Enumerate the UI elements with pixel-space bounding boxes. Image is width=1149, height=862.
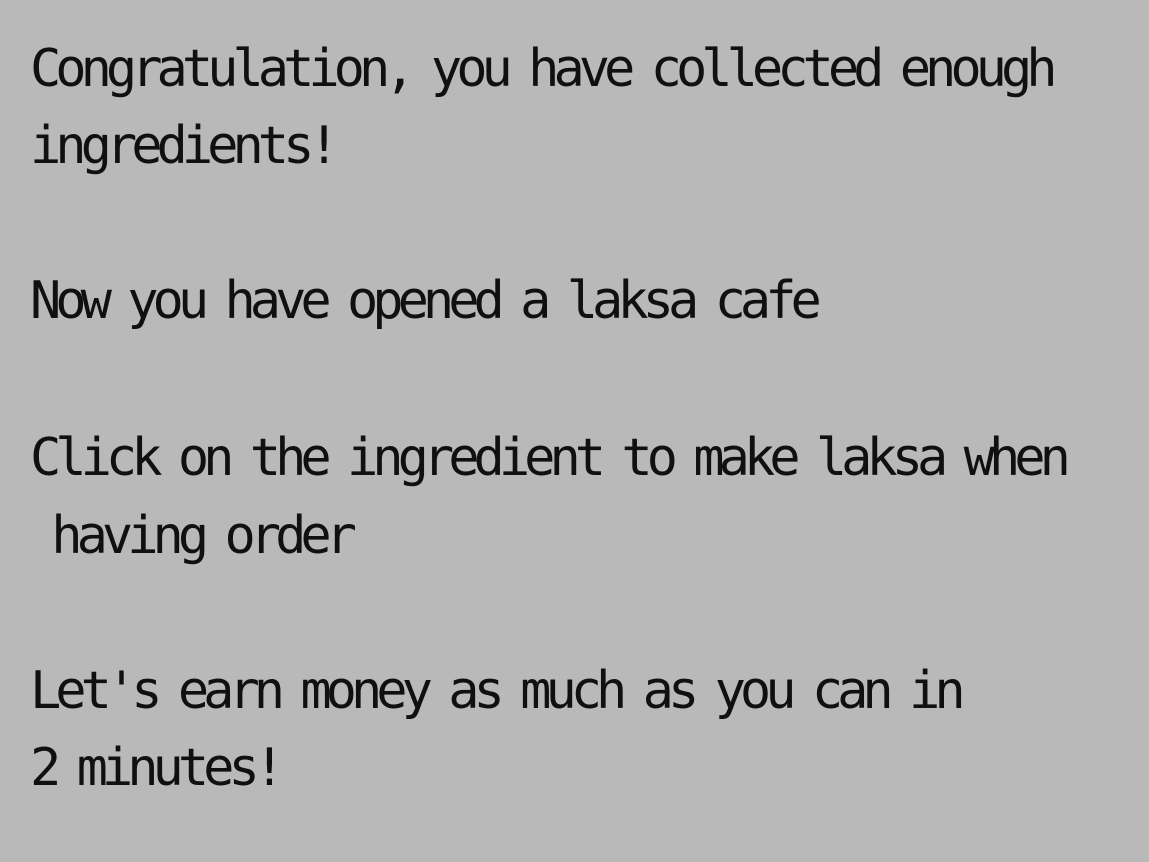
goal-text-line-1: Let's earn money as much as you can in bbox=[30, 661, 966, 721]
click-instruction-text-line-2: having order bbox=[30, 506, 357, 566]
click-instruction-text-line-1: Click on the ingredient to make laksa wh… bbox=[30, 428, 1071, 488]
congratulation-text-line-1: Congratulation, you have collected enoug… bbox=[30, 39, 1058, 99]
congratulation-text-line-2: ingredients! bbox=[30, 116, 340, 176]
cafe-opened-text: Now you have opened a laksa cafe bbox=[30, 271, 822, 331]
instruction-screen: Congratulation, you have collected enoug… bbox=[0, 0, 1149, 862]
goal-text-line-2: 2 minutes! bbox=[30, 738, 285, 798]
